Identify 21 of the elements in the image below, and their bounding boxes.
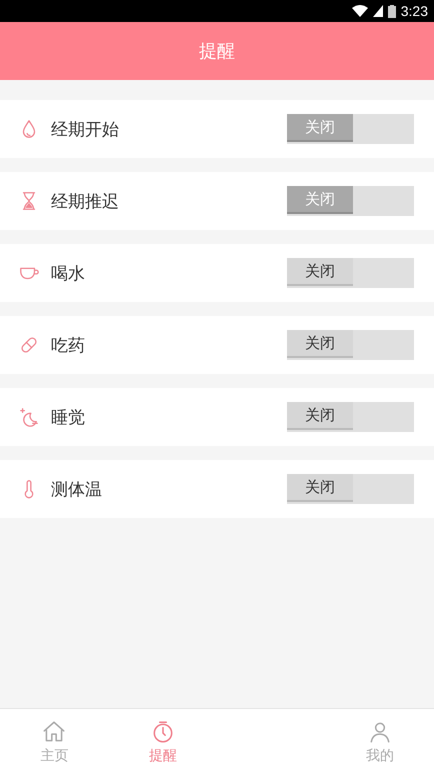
wifi-icon <box>352 5 368 17</box>
status-time: 3:23 <box>400 3 428 19</box>
toggle-thumb[interactable]: 关闭 <box>287 474 353 502</box>
reminder-label: 喝水 <box>51 262 86 284</box>
toggle-switch[interactable]: 关闭 <box>287 474 414 504</box>
battery-icon <box>388 4 396 18</box>
toggle-switch[interactable]: 关闭 <box>287 330 414 360</box>
header-title: 提醒 <box>199 40 235 63</box>
reminder-label: 经期推迟 <box>51 190 120 212</box>
toggle-switch[interactable]: 关闭 <box>287 258 414 288</box>
reminder-label: 经期开始 <box>51 118 120 140</box>
reminder-label: 吃药 <box>51 334 86 356</box>
reminder-label: 测体温 <box>51 478 103 500</box>
signal-icon <box>372 5 383 17</box>
toggle-thumb[interactable]: 关闭 <box>287 402 353 430</box>
toggle-thumb[interactable]: 关闭 <box>287 330 353 358</box>
moon-icon <box>18 406 40 428</box>
reminder-label: 睡觉 <box>51 406 86 428</box>
toggle-thumb[interactable]: 关闭 <box>287 258 353 286</box>
toggle-switch[interactable]: 关闭 <box>287 402 414 432</box>
home-icon <box>41 718 68 744</box>
